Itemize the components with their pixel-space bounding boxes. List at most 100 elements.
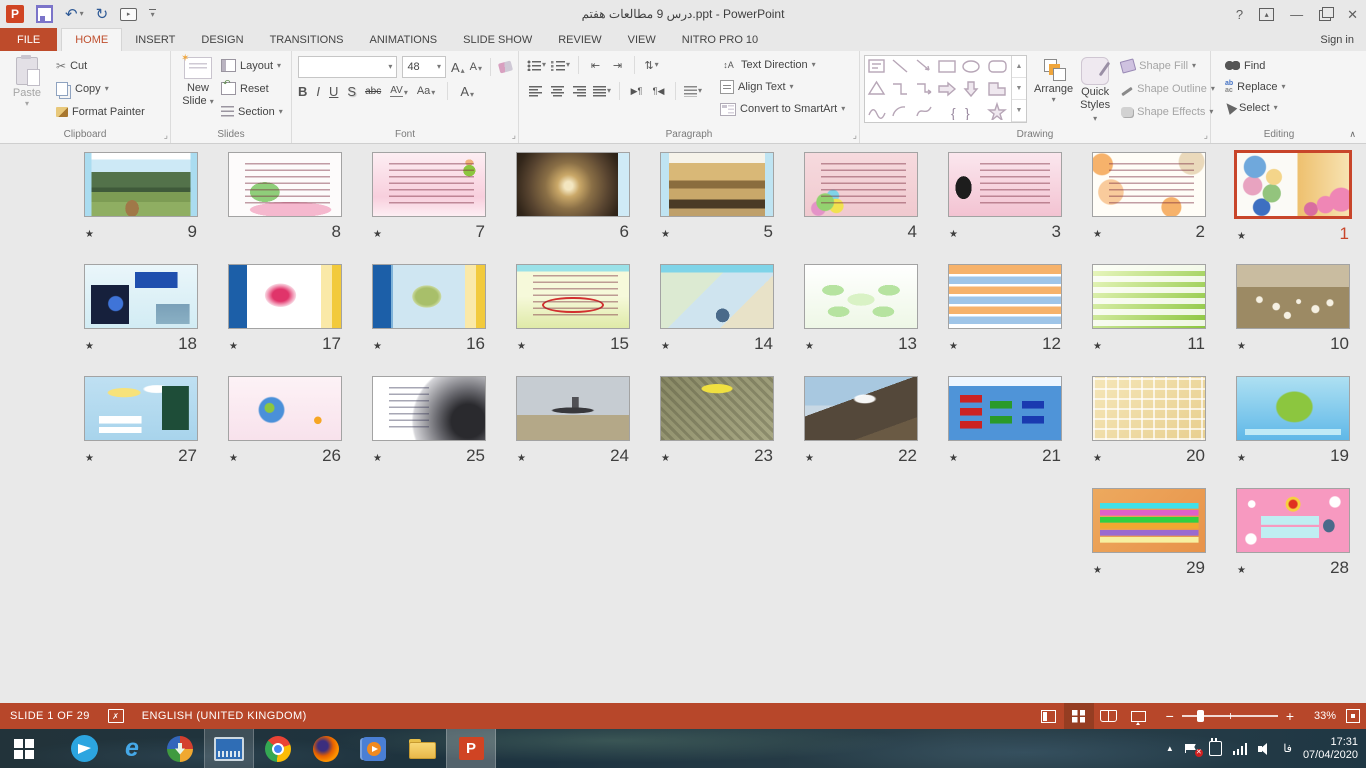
paste-button[interactable]: Paste ▾: [4, 55, 50, 126]
normal-view-button[interactable]: [1034, 703, 1064, 729]
slide-thumbnail-4[interactable]: 4: [789, 152, 933, 264]
align-right-button[interactable]: [571, 82, 588, 100]
slide-thumbnail-3[interactable]: ★3: [933, 152, 1077, 264]
slide-art-aerial-city-yellow-oval[interactable]: [660, 376, 774, 441]
shape-fill-button[interactable]: Shape Fill▾: [1121, 55, 1215, 76]
volume-icon[interactable]: [1258, 743, 1272, 755]
taskbar-keyboard-app[interactable]: [204, 729, 254, 768]
slide-thumbnail-24[interactable]: ★24: [501, 376, 645, 488]
zoom-out-button[interactable]: −: [1166, 709, 1174, 723]
slide-art-airplane-nose-photo[interactable]: [372, 376, 486, 441]
sign-in-link[interactable]: Sign in: [1320, 28, 1366, 51]
reset-button[interactable]: Reset: [221, 78, 283, 99]
replace-button[interactable]: abac Replace▾: [1225, 76, 1343, 97]
tab-design[interactable]: DESIGN: [188, 28, 256, 51]
tab-home[interactable]: HOME: [61, 28, 122, 51]
taskbar-firefox[interactable]: [302, 729, 350, 768]
dialog-launcher-icon[interactable]: ⌟: [164, 130, 168, 141]
clock[interactable]: 17:31 07/04/2020: [1303, 736, 1358, 762]
slideshow-view-button[interactable]: [1124, 703, 1154, 729]
line-spacing-button[interactable]: ⇅▾: [643, 56, 660, 74]
new-slide-button[interactable]: New Slide ▾: [175, 55, 221, 126]
gallery-more-icon[interactable]: ▼: [1012, 100, 1026, 122]
slide-art-iran-provinces-map-and-flowers[interactable]: [1234, 150, 1352, 219]
align-left-button[interactable]: [527, 82, 544, 100]
tab-insert[interactable]: INSERT: [122, 28, 188, 51]
tab-file[interactable]: FILE: [0, 28, 57, 51]
slide-art-red-green-blue-boxes[interactable]: [948, 376, 1062, 441]
zoom-slider-thumb[interactable]: [1197, 710, 1204, 722]
slide-thumbnail-25[interactable]: ★25: [357, 376, 501, 488]
slide-art-airplane-on-runway[interactable]: [516, 376, 630, 441]
slide-thumbnail-12[interactable]: ★12: [933, 264, 1077, 376]
strikethrough-button[interactable]: abc: [365, 86, 381, 97]
slide-art-green-book-sky[interactable]: [84, 376, 198, 441]
left-to-right-button[interactable]: ▶¶: [628, 82, 645, 100]
justify-button[interactable]: ▾: [593, 82, 611, 100]
shapes-gallery[interactable]: { } ▲ ▼ ▼: [864, 55, 1027, 123]
slide-thumbnail-8[interactable]: 8: [213, 152, 357, 264]
slide-thumbnail-10[interactable]: ★10: [1221, 264, 1365, 376]
zoom-slider[interactable]: [1182, 715, 1278, 717]
slide-thumbnail-23[interactable]: ★23: [645, 376, 789, 488]
slide-thumbnail-1[interactable]: ★1: [1221, 152, 1365, 264]
shape-outline-button[interactable]: Shape Outline▾: [1121, 78, 1215, 99]
taskbar-chrome[interactable]: [254, 729, 302, 768]
action-center-flag-icon[interactable]: [1185, 744, 1198, 753]
character-spacing-button[interactable]: AV▾: [390, 85, 408, 97]
slide-art-sheep-flock-photo[interactable]: [1236, 264, 1350, 329]
quick-styles-button[interactable]: Quick Styles ▾: [1080, 55, 1110, 126]
slide-thumbnail-16[interactable]: ★16: [357, 264, 501, 376]
slide-art-pink-text-with-region-map[interactable]: [804, 152, 918, 217]
slide-thumbnail-20[interactable]: ★20: [1077, 376, 1221, 488]
start-slideshow-icon[interactable]: ▸: [120, 8, 137, 21]
help-icon[interactable]: ?: [1236, 8, 1243, 21]
align-text-button[interactable]: Align Text▾: [720, 77, 845, 97]
slide-thumbnail-19[interactable]: ★19: [1221, 376, 1365, 488]
slide-art-green-cloud-diagram[interactable]: [804, 264, 918, 329]
italic-button[interactable]: I: [316, 84, 320, 99]
font-size-combobox[interactable]: 48▾: [402, 56, 446, 78]
clear-formatting-icon[interactable]: [498, 60, 513, 73]
spell-check-icon[interactable]: ✗: [108, 709, 124, 723]
slide-thumbnail-17[interactable]: ★17: [213, 264, 357, 376]
slide-thumbnail-18[interactable]: ★18: [69, 264, 213, 376]
fit-slide-to-window-icon[interactable]: [1346, 709, 1360, 723]
taskbar-powerpoint[interactable]: P: [446, 729, 496, 768]
slide-art-pink-text-with-cartoon-boy[interactable]: [372, 152, 486, 217]
powerpoint-logo-icon[interactable]: P: [6, 5, 24, 23]
tab-slide-show[interactable]: SLIDE SHOW: [450, 28, 545, 51]
format-painter-button[interactable]: Format Painter: [56, 101, 145, 122]
slide-art-iran-red-relief-map[interactable]: [228, 264, 342, 329]
taskbar-media-player[interactable]: [350, 729, 398, 768]
minimize-icon[interactable]: —: [1290, 8, 1303, 21]
columns-button[interactable]: ▾: [684, 82, 702, 100]
taskbar-telegram[interactable]: [60, 729, 108, 768]
right-to-left-button[interactable]: ¶◀: [650, 82, 667, 100]
slide-thumbnail-21[interactable]: ★21: [933, 376, 1077, 488]
convert-to-smartart-button[interactable]: Convert to SmartArt▾: [720, 99, 845, 119]
language-indicator[interactable]: فا: [1283, 742, 1292, 755]
decrease-indent-icon[interactable]: ⇤: [587, 56, 604, 74]
dialog-launcher-icon[interactable]: ⌟: [1204, 130, 1208, 141]
slide-art-volcano-photo[interactable]: [804, 376, 918, 441]
slide-art-text-with-chador-photo[interactable]: [948, 152, 1062, 217]
taskbar-internet-explorer[interactable]: e: [108, 729, 156, 768]
change-case-button[interactable]: Aa▾: [417, 85, 435, 97]
close-icon[interactable]: ✕: [1347, 8, 1358, 21]
align-center-button[interactable]: [549, 82, 566, 100]
tab-transitions[interactable]: TRANSITIONS: [257, 28, 357, 51]
slide-art-africa-map-blue[interactable]: [1236, 376, 1350, 441]
slide-thumbnail-5[interactable]: ★5: [645, 152, 789, 264]
network-signal-icon[interactable]: [1233, 743, 1248, 755]
slide-art-pink-computer-flowers[interactable]: [1236, 488, 1350, 553]
collapse-ribbon-icon[interactable]: ∧: [1349, 129, 1356, 140]
slide-art-bazaar-corridor-photo[interactable]: [516, 152, 630, 217]
slide-thumbnail-14[interactable]: ★14: [645, 264, 789, 376]
taskbar-idm[interactable]: [156, 729, 204, 768]
find-button[interactable]: Find: [1225, 55, 1343, 76]
slide-art-orange-blue-text-rows[interactable]: [948, 264, 1062, 329]
redo-icon[interactable]: ↻: [96, 7, 109, 22]
shape-effects-button[interactable]: Shape Effects▾: [1121, 101, 1215, 122]
slide-art-green-map-pink-wave[interactable]: [228, 152, 342, 217]
